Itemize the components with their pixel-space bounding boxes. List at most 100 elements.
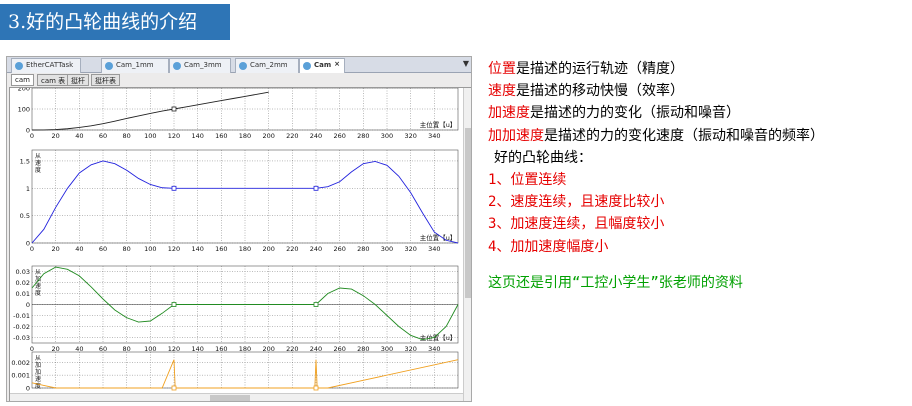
y-axis-label: 速 [35,376,41,383]
x-tick-label: 120 [168,245,180,253]
x-tick-label: 180 [239,245,251,253]
cam-profile-plots[interactable]: 20010000 20 40 60 80 100 120 140 160 180 200 220 240… [10,85,463,393]
x-tick-label: 280 [357,132,369,140]
note-line: 加速度是描述的力的变化（振动和噪音） [488,102,908,124]
y-tick-label: 0.03 [16,268,30,276]
x-tick-label: 180 [239,132,251,140]
cam-icon [303,62,311,70]
y-tick-label: 0.001 [11,372,30,380]
x-tick-label: 260 [333,132,345,140]
x-tick-label: 100 [144,245,156,253]
segment-marker [313,302,319,307]
y-tick-label: -0.01 [13,312,30,320]
cam-editor-window: EtherCATTask Cam_1mm Cam_3mm Cam_2mm Cam… [6,56,472,402]
scroll-thumb[interactable] [465,128,471,298]
scroll-thumb[interactable] [210,395,250,401]
chevron-down-icon[interactable]: ▼ [463,59,469,68]
vertical-scrollbar[interactable] [463,88,471,401]
x-tick-label: 140 [191,245,203,253]
x-tick-label: 300 [381,245,393,253]
tab-ethercattask[interactable]: EtherCATTask [11,58,81,73]
subtab-cam[interactable]: cam [11,74,34,86]
x-tick-label: 20 [52,132,60,140]
x-tick-label: 100 [144,132,156,140]
cam-icon [173,62,181,70]
x-tick-label: 200 [262,132,274,140]
note-line: 位置是描述的运行轨迹（精度） [488,58,908,80]
term-position: 位置 [488,61,516,77]
criteria-heading: 好的凸轮曲线： [494,149,592,166]
term-jerk: 加加速度 [488,127,544,144]
x-tick-label: 240 [310,132,322,140]
y-axis-label: 速 [35,160,41,167]
x-tick-label: 340 [428,132,440,140]
x-tick-label: 140 [191,132,203,140]
term-definition: 是描述的力的变化速度（振动和噪音的频率） [544,127,824,144]
segment-marker [171,106,177,112]
plot-area: 200 100 0 0 20 40 60 80 100 120 140 160 180 200 220 240… [9,85,471,401]
x-tick-label: 160 [215,132,227,140]
x-tick-label: 120 [168,132,180,140]
y-axis-label: 加 [35,275,41,283]
x-tick-label: 240 [310,245,322,253]
term-definition: 是描述的力的变化（振动和噪音） [530,105,740,122]
y-tick-label: 0.002 [11,359,30,367]
segment-marker [171,385,177,391]
slide-title: 3.好的凸轮曲线的介绍 [0,4,230,40]
subtab-follower-table[interactable]: 挺杆表 [91,74,120,86]
close-icon[interactable]: × [334,60,340,68]
tab-cam-2mm[interactable]: Cam_2mm [235,58,299,73]
x-tick-label: 20 [52,245,60,253]
criteria-item: 1、位置连续 [488,171,567,188]
x-tick-label: 320 [404,132,416,140]
y-axis-label: 从 [35,269,41,276]
y-tick-label: 0.01 [16,290,30,298]
tab-cam-3mm[interactable]: Cam_3mm [169,58,231,73]
chart-frame [31,149,459,244]
source-note: 这页还是引用“工控小学生”张老师的资料 [488,274,743,291]
x-axis-label: 主位置【u】 [420,120,457,129]
criteria-item: 2、速度连续，且速度比较小 [488,194,665,211]
x-tick-label: 160 [215,245,227,253]
criteria-item: 4、加加速度幅度小 [488,238,609,255]
term-velocity: 速度 [488,83,516,100]
x-tick-label: 320 [404,245,416,253]
y-tick-label: 200 [18,88,30,93]
segment-marker [171,302,177,307]
y-tick-label: 0 [26,301,30,309]
note-line: 速度是描述的移动快慢（效率） [488,80,908,102]
y-tick-label: 0.02 [16,279,30,287]
x-tick-label: 260 [333,245,345,253]
cam-icon [239,62,247,70]
term-acceleration: 加速度 [488,105,530,122]
x-tick-label: 40 [75,132,83,140]
tab-cam-1mm[interactable]: Cam_1mm [101,58,169,73]
y-axis-label: 从 [35,153,41,160]
tab-cam[interactable]: Cam × [299,58,345,73]
y-axis-label: 度 [35,289,41,297]
x-tick-label: 220 [286,132,298,140]
subtab-follower[interactable]: 挺杆 [67,74,89,86]
y-tick-label: -0.03 [13,334,30,342]
x-tick-label: 200 [262,245,274,253]
y-tick-label: -0.02 [13,323,30,331]
segment-marker [171,185,177,191]
document-icon [15,62,23,70]
subtab-cam-table[interactable]: cam 表 [37,74,70,86]
y-axis-label: 度 [35,382,41,390]
x-tick-label: 300 [381,132,393,140]
term-definition: 是描述的运行轨迹（精度） [516,61,684,77]
x-tick-label: 80 [123,132,131,140]
y-axis-label: 从 [35,355,41,362]
term-definition: 是描述的移动快慢（效率） [516,83,684,100]
horizontal-scrollbar[interactable] [10,393,463,401]
y-tick-label: 1 [26,185,30,193]
x-tick-label: 340 [428,245,440,253]
y-axis-label: 加 [35,361,41,369]
segment-marker [313,185,319,191]
y-axis-label: 加 [35,368,41,376]
tab-strip: EtherCATTask Cam_1mm Cam_3mm Cam_2mm Cam… [7,57,471,73]
x-tick-label: 60 [99,245,107,253]
y-tick-label: 0.5 [20,212,30,220]
y-axis-label: 度 [35,166,41,174]
